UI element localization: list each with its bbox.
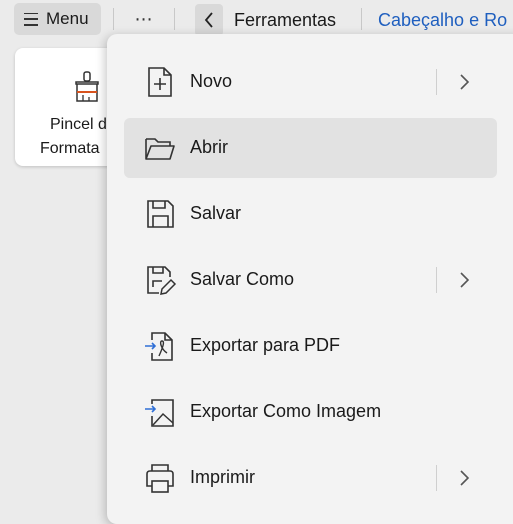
export-pdf-icon bbox=[145, 332, 173, 361]
new-file-icon bbox=[148, 67, 172, 97]
tab-scroll-back-button[interactable] bbox=[195, 4, 223, 36]
menu-item-abrir[interactable]: Abrir bbox=[124, 118, 497, 178]
menu-button[interactable]: Menu bbox=[14, 3, 101, 35]
menu-item-salvar[interactable]: Salvar bbox=[124, 184, 497, 244]
menu-item-label: Novo bbox=[190, 71, 233, 91]
menu-item-label: Salvar bbox=[190, 203, 242, 223]
tab-ferramentas[interactable]: Ferramentas bbox=[234, 10, 336, 31]
save-as-icon bbox=[147, 266, 177, 295]
chevron-right-icon[interactable] bbox=[457, 270, 471, 290]
menu-item-exportar-pdf[interactable]: Exportar para PDF bbox=[124, 316, 497, 376]
file-menu-dropdown: Novo Abrir Salvar Salvar Como Exportar p… bbox=[107, 34, 513, 524]
menu-item-exportar-imagem[interactable]: Exportar Como Imagem bbox=[124, 382, 497, 442]
menu-item-label: Imprimir bbox=[190, 467, 255, 487]
menu-item-label: Exportar Como Imagem bbox=[190, 401, 382, 421]
folder-open-icon bbox=[145, 138, 175, 160]
toolbar-divider bbox=[113, 8, 114, 30]
chevron-left-icon bbox=[204, 12, 213, 28]
submenu-divider bbox=[436, 465, 437, 491]
chevron-right-icon[interactable] bbox=[457, 468, 471, 488]
chevron-right-icon[interactable] bbox=[457, 72, 471, 92]
tab-cabecalho-rodape[interactable]: Cabeçalho e Ro bbox=[378, 10, 507, 31]
menu-item-novo[interactable]: Novo bbox=[124, 52, 497, 112]
menu-item-label: Abrir bbox=[190, 137, 229, 157]
save-icon bbox=[147, 200, 174, 228]
menu-item-salvar-como[interactable]: Salvar Como bbox=[124, 250, 497, 310]
menu-button-label: Menu bbox=[46, 9, 89, 28]
submenu-divider bbox=[436, 267, 437, 293]
toolbar-divider bbox=[174, 8, 175, 30]
submenu-divider bbox=[436, 69, 437, 95]
printer-icon bbox=[146, 464, 174, 493]
hamburger-icon bbox=[24, 12, 38, 26]
format-painter-icon bbox=[75, 71, 99, 102]
menu-item-label: Salvar Como bbox=[190, 269, 295, 289]
more-options-button[interactable]: ⋯ bbox=[128, 4, 160, 34]
menu-item-label: Exportar para PDF bbox=[190, 335, 341, 355]
more-dots-icon: ⋯ bbox=[134, 8, 154, 29]
toolbar-divider bbox=[361, 8, 362, 30]
export-image-icon bbox=[145, 399, 174, 427]
menu-item-imprimir[interactable]: Imprimir bbox=[124, 448, 497, 508]
